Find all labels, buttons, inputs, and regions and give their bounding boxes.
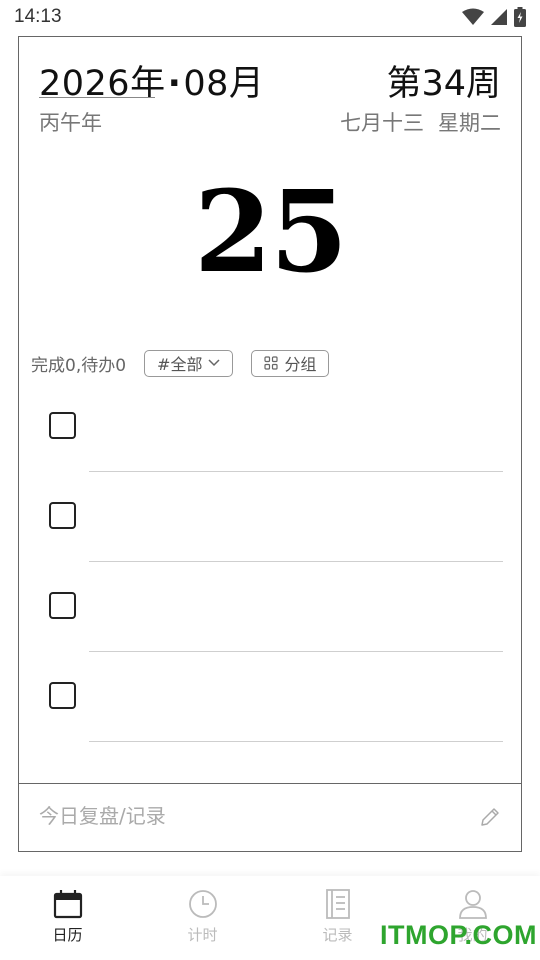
status-bar: 14:13	[0, 0, 540, 34]
todo-checkbox[interactable]	[49, 682, 76, 709]
watermark-text: ITMOP.COM	[380, 920, 538, 950]
grid-icon	[264, 356, 279, 370]
nav-timer[interactable]: 计时	[135, 876, 270, 960]
year-month-label[interactable]: 2026年·08月	[39, 55, 264, 106]
nav-calendar[interactable]: 日历	[0, 876, 135, 960]
todo-item[interactable]	[19, 652, 521, 742]
todo-divider	[89, 741, 503, 742]
todo-list	[19, 382, 521, 742]
todo-item[interactable]	[19, 562, 521, 652]
year-underline	[39, 97, 155, 98]
notebook-icon	[325, 889, 350, 919]
nav-calendar-label: 日历	[52, 926, 83, 944]
calendar-card: 2026年·08月 第34周 丙午年 七月十三 星期二 25 完成0,待办0 #…	[18, 36, 522, 852]
nav-records-label: 记录	[322, 926, 353, 944]
nav-timer-label: 计时	[187, 926, 218, 944]
lunar-date: 七月十三	[340, 111, 424, 135]
status-icons	[462, 7, 526, 27]
day-number[interactable]: 25	[19, 167, 521, 298]
lunar-info: 七月十三 星期二	[340, 107, 501, 137]
status-time: 14:13	[14, 6, 62, 27]
cell-signal-icon	[491, 9, 507, 25]
year-text[interactable]: 2026年	[39, 64, 166, 104]
daily-review-bar	[19, 783, 521, 851]
todo-item[interactable]	[19, 472, 521, 562]
wifi-icon	[462, 8, 484, 25]
todo-checkbox[interactable]	[49, 502, 76, 529]
pencil-icon[interactable]	[479, 806, 501, 828]
daily-review-input[interactable]	[39, 804, 439, 828]
user-icon	[458, 890, 487, 919]
calendar-icon	[53, 890, 82, 919]
todo-toolbar: 完成0,待办0 #全部 分组	[31, 349, 330, 377]
clock-icon	[188, 890, 217, 918]
todo-item[interactable]	[19, 382, 521, 472]
group-button[interactable]: 分组	[251, 349, 330, 377]
filter-dropdown[interactable]: #全部	[144, 349, 234, 377]
weekday: 星期二	[438, 111, 501, 135]
week-number: 第34周	[386, 64, 501, 104]
chevron-down-icon	[208, 359, 220, 367]
separator-dot: ·	[167, 64, 182, 104]
todo-summary: 完成0,待办0	[31, 355, 127, 376]
ganzhi-year: 丙午年	[39, 111, 102, 135]
todo-checkbox[interactable]	[49, 592, 76, 619]
todo-checkbox[interactable]	[49, 412, 76, 439]
filter-label: #全部	[157, 355, 203, 374]
battery-icon	[514, 7, 526, 27]
month-text[interactable]: 08月	[183, 64, 264, 104]
group-label: 分组	[284, 355, 317, 374]
